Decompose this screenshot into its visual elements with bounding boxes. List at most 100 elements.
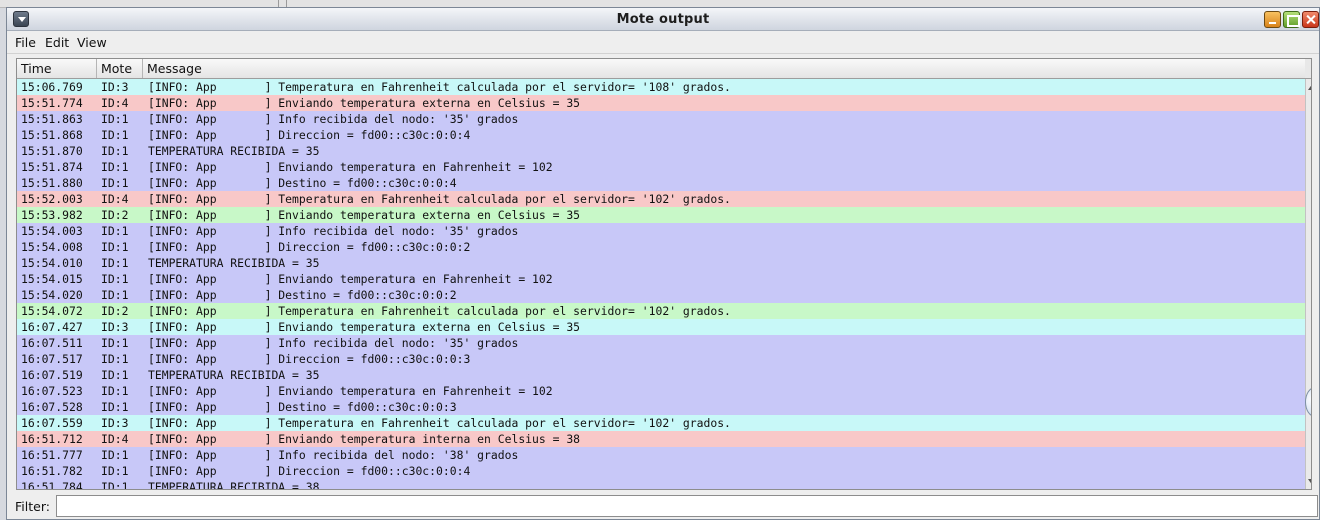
minimize-icon[interactable]: [1264, 11, 1281, 28]
table-row[interactable]: 15:54.008 ID:1 [INFO: App ] Direccion = fd…: [17, 239, 1305, 255]
cell-time: 15:51.874: [21, 160, 83, 174]
menu-file[interactable]: File: [15, 35, 36, 50]
table-row[interactable]: 15:54.020 ID:1 [INFO: App ] Destino = fd00…: [17, 287, 1305, 303]
cell-mote: ID:1: [101, 272, 129, 286]
cell-message: [INFO: App ] Enviando temperatura extern…: [148, 208, 581, 222]
cell-message: [INFO: App ] Info recibida del nodo: '35…: [148, 336, 519, 350]
cell-mote: ID:1: [101, 400, 129, 414]
scroll-down-icon[interactable]: [1308, 479, 1311, 486]
table-row[interactable]: 16:51.712 ID:4 [INFO: App ] Enviando tempe…: [17, 431, 1305, 447]
cell-time: 16:51.777: [21, 448, 83, 462]
table-header: Time Mote Message: [17, 59, 1305, 79]
cell-message: [INFO: App ] Enviando temperatura en Fah…: [148, 272, 553, 286]
cell-message: [INFO: App ] Enviando temperatura extern…: [148, 96, 581, 110]
table-row[interactable]: 16:07.559 ID:3 [INFO: App ] Temperatura en…: [17, 415, 1305, 431]
column-header-time[interactable]: Time: [17, 59, 97, 78]
cell-message: TEMPERATURA RECIBIDA = 35: [148, 144, 320, 158]
scrollbar-thumb[interactable]: [1305, 387, 1311, 417]
cell-time: 15:51.880: [21, 176, 83, 190]
table-row[interactable]: 15:06.769 ID:3 [INFO: App ] Temperatura en…: [17, 79, 1305, 95]
table-row[interactable]: 15:51.868 ID:1 [INFO: App ] Direccion = fd…: [17, 127, 1305, 143]
table-row[interactable]: 15:54.010 ID:1 TEMPERATURA RECIBIDA = 35: [17, 255, 1305, 271]
column-header-mote[interactable]: Mote: [97, 59, 143, 78]
table-row[interactable]: 15:54.072 ID:2 [INFO: App ] Temperatura en…: [17, 303, 1305, 319]
cell-time: 15:54.015: [21, 272, 83, 286]
table-row[interactable]: 15:54.003 ID:1 [INFO: App ] Info recibida …: [17, 223, 1305, 239]
vertical-scrollbar[interactable]: [1305, 79, 1311, 489]
cell-message: [INFO: App ] Direccion = fd00::c30c:0:0:…: [148, 352, 471, 366]
cell-mote: ID:1: [101, 240, 129, 254]
table-row[interactable]: 16:51.784 ID:1 TEMPERATURA RECIBIDA = 38: [17, 479, 1305, 489]
cell-message: [INFO: App ] Temperatura en Fahrenheit c…: [148, 416, 731, 430]
header-corner: [1305, 59, 1311, 79]
table-row[interactable]: 15:51.870 ID:1 TEMPERATURA RECIBIDA = 35: [17, 143, 1305, 159]
cell-message: [INFO: App ] Temperatura en Fahrenheit c…: [148, 304, 731, 318]
table-rows: 15:06.769 ID:3 [INFO: App ] Temperatura en…: [17, 79, 1305, 489]
filter-label: Filter:: [15, 499, 50, 514]
cell-message: [INFO: App ] Enviando temperatura extern…: [148, 320, 581, 334]
cell-mote: ID:3: [101, 416, 129, 430]
cell-message: [INFO: App ] Destino = fd00::c30c:0:0:4: [148, 176, 457, 190]
cell-time: 15:54.003: [21, 224, 83, 238]
cell-message: [INFO: App ] Enviando temperatura intern…: [148, 432, 581, 446]
cell-message: [INFO: App ] Temperatura en Fahrenheit c…: [148, 192, 731, 206]
maximize-icon[interactable]: [1283, 11, 1300, 28]
table-row[interactable]: 15:51.880 ID:1 [INFO: App ] Destino = fd00…: [17, 175, 1305, 191]
cell-message: [INFO: App ] Enviando temperatura en Fah…: [148, 384, 553, 398]
column-header-message[interactable]: Message: [143, 59, 1305, 78]
table-row[interactable]: 15:52.003 ID:4 [INFO: App ] Temperatura en…: [17, 191, 1305, 207]
table-row[interactable]: 15:51.863 ID:1 [INFO: App ] Info recibida …: [17, 111, 1305, 127]
cell-mote: ID:2: [101, 208, 129, 222]
cell-message: [INFO: App ] Info recibida del nodo: '35…: [148, 224, 519, 238]
table-row[interactable]: 15:54.015 ID:1 [INFO: App ] Enviando tempe…: [17, 271, 1305, 287]
menu-view[interactable]: View: [77, 35, 107, 50]
cell-time: 16:07.517: [21, 352, 83, 366]
cell-message: [INFO: App ] Enviando temperatura en Fah…: [148, 160, 553, 174]
cell-mote: ID:1: [101, 352, 129, 366]
cell-message: [INFO: App ] Destino = fd00::c30c:0:0:3: [148, 400, 457, 414]
table-row[interactable]: 16:07.511 ID:1 [INFO: App ] Info recibida …: [17, 335, 1305, 351]
cell-mote: ID:1: [101, 128, 129, 142]
cell-mote: ID:4: [101, 432, 129, 446]
cell-time: 16:07.523: [21, 384, 83, 398]
cell-mote: ID:1: [101, 176, 129, 190]
cell-time: 16:07.511: [21, 336, 83, 350]
cell-mote: ID:4: [101, 192, 129, 206]
cell-mote: ID:1: [101, 368, 129, 382]
filter-input[interactable]: [56, 495, 1318, 517]
table-row[interactable]: 16:07.519 ID:1 TEMPERATURA RECIBIDA = 35: [17, 367, 1305, 383]
cell-time: 15:54.010: [21, 256, 83, 270]
cell-message: [INFO: App ] Destino = fd00::c30c:0:0:2: [148, 288, 457, 302]
table-row[interactable]: 15:51.874 ID:1 [INFO: App ] Enviando tempe…: [17, 159, 1305, 175]
cell-time: 15:54.020: [21, 288, 83, 302]
table-row[interactable]: 16:51.777 ID:1 [INFO: App ] Info recibida …: [17, 447, 1305, 463]
cell-mote: ID:1: [101, 464, 129, 478]
cell-mote: ID:1: [101, 288, 129, 302]
log-table: Time Mote Message 15:06.769 ID:3 [INFO: Ap…: [16, 58, 1312, 490]
cell-message: [INFO: App ] Info recibida del nodo: '35…: [148, 112, 519, 126]
cell-time: 16:07.528: [21, 400, 83, 414]
table-row[interactable]: 16:07.528 ID:1 [INFO: App ] Destino = fd00…: [17, 399, 1305, 415]
cell-mote: ID:2: [101, 304, 129, 318]
cell-time: 16:51.782: [21, 464, 83, 478]
cell-mote: ID:3: [101, 320, 129, 334]
menu-edit[interactable]: Edit: [45, 35, 69, 50]
cell-time: 15:52.003: [21, 192, 83, 206]
table-row[interactable]: 15:53.982 ID:2 [INFO: App ] Enviando tempe…: [17, 207, 1305, 223]
cell-time: 16:07.427: [21, 320, 83, 334]
cell-time: 15:06.769: [21, 80, 83, 94]
cell-message: TEMPERATURA RECIBIDA = 35: [148, 256, 320, 270]
cell-mote: ID:1: [101, 112, 129, 126]
scroll-up-icon[interactable]: [1308, 83, 1311, 90]
cell-time: 15:54.008: [21, 240, 83, 254]
cell-mote: ID:1: [101, 160, 129, 174]
table-row[interactable]: 15:51.774 ID:4 [INFO: App ] Enviando tempe…: [17, 95, 1305, 111]
table-row[interactable]: 16:07.523 ID:1 [INFO: App ] Enviando tempe…: [17, 383, 1305, 399]
table-row[interactable]: 16:51.782 ID:1 [INFO: App ] Direccion = fd…: [17, 463, 1305, 479]
title-bar[interactable]: Mote output: [7, 8, 1319, 31]
table-row[interactable]: 16:07.427 ID:3 [INFO: App ] Enviando tempe…: [17, 319, 1305, 335]
cell-mote: ID:1: [101, 384, 129, 398]
close-icon[interactable]: [1302, 11, 1319, 28]
table-row[interactable]: 16:07.517 ID:1 [INFO: App ] Direccion = fd…: [17, 351, 1305, 367]
cell-mote: ID:1: [101, 336, 129, 350]
